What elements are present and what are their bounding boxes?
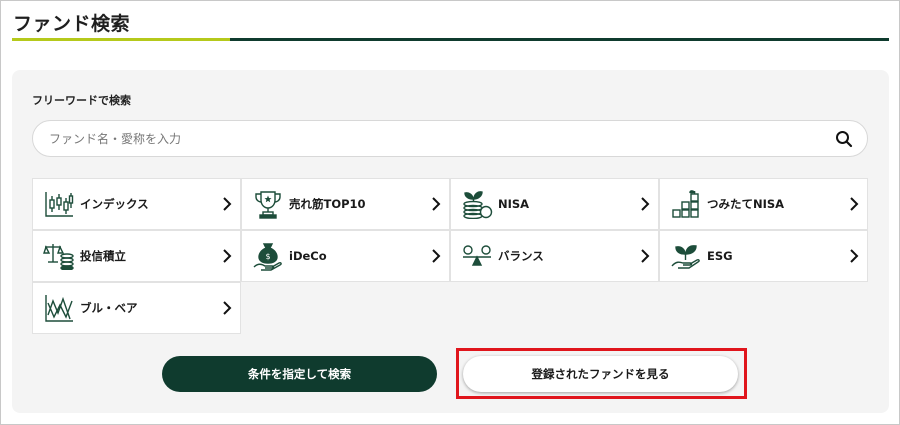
category-nisa[interactable]: NISA	[450, 178, 659, 230]
category-label: iDeCo	[289, 249, 327, 263]
search-panel: フリーワードで検索 インデックス	[12, 70, 889, 413]
title-underline	[12, 38, 889, 41]
search-box	[32, 120, 868, 157]
category-label: NISA	[498, 197, 530, 211]
coins-sprout-icon	[460, 187, 494, 221]
category-toushin-tsumitate[interactable]: 投信積立	[32, 230, 241, 282]
category-label: 投信積立	[80, 249, 126, 263]
category-top10[interactable]: 売れ筋TOP10	[241, 178, 450, 230]
category-esg[interactable]: ESG	[659, 230, 868, 282]
chevron-right-icon	[223, 249, 232, 263]
chevron-right-icon	[641, 249, 650, 263]
title-underline-main	[230, 38, 889, 41]
svg-text:$: $	[265, 252, 270, 261]
category-index[interactable]: インデックス	[32, 178, 241, 230]
search-icon[interactable]	[835, 130, 853, 148]
category-label: つみたてNISA	[707, 197, 785, 211]
free-word-label: フリーワードで検索	[32, 94, 131, 107]
category-label: 売れ筋TOP10	[289, 197, 366, 211]
chevron-right-icon	[223, 301, 232, 315]
money-bag-hand-icon: $	[251, 239, 285, 273]
category-bull-bear[interactable]: ブル・ベア	[32, 282, 241, 334]
chevron-right-icon	[432, 249, 441, 263]
category-label: インデックス	[80, 197, 149, 211]
blocks-sprout-icon	[669, 187, 703, 221]
chevron-right-icon	[641, 197, 650, 211]
title-underline-accent	[12, 38, 230, 41]
chevron-right-icon	[432, 197, 441, 211]
category-ideco[interactable]: $ iDeCo	[241, 230, 450, 282]
balance-icon	[460, 239, 494, 273]
trophy-icon	[251, 187, 285, 221]
chevron-right-icon	[850, 249, 859, 263]
view-registered-funds-button[interactable]: 登録されたファンドを見る	[463, 356, 738, 392]
search-by-conditions-button[interactable]: 条件を指定して検索	[162, 356, 437, 392]
bull-bear-chart-icon	[42, 291, 76, 325]
chevron-right-icon	[223, 197, 232, 211]
category-tsumitate-nisa[interactable]: つみたてNISA	[659, 178, 868, 230]
hand-sprout-icon	[669, 239, 703, 273]
chevron-right-icon	[850, 197, 859, 211]
search-input[interactable]	[49, 121, 809, 156]
page-title: ファンド検索	[13, 13, 131, 35]
candlestick-chart-icon	[42, 187, 76, 221]
scale-coins-icon	[42, 239, 76, 273]
category-label: ESG	[707, 249, 733, 263]
category-label: ブル・ベア	[80, 301, 138, 315]
category-balance[interactable]: バランス	[450, 230, 659, 282]
category-label: バランス	[498, 249, 544, 263]
